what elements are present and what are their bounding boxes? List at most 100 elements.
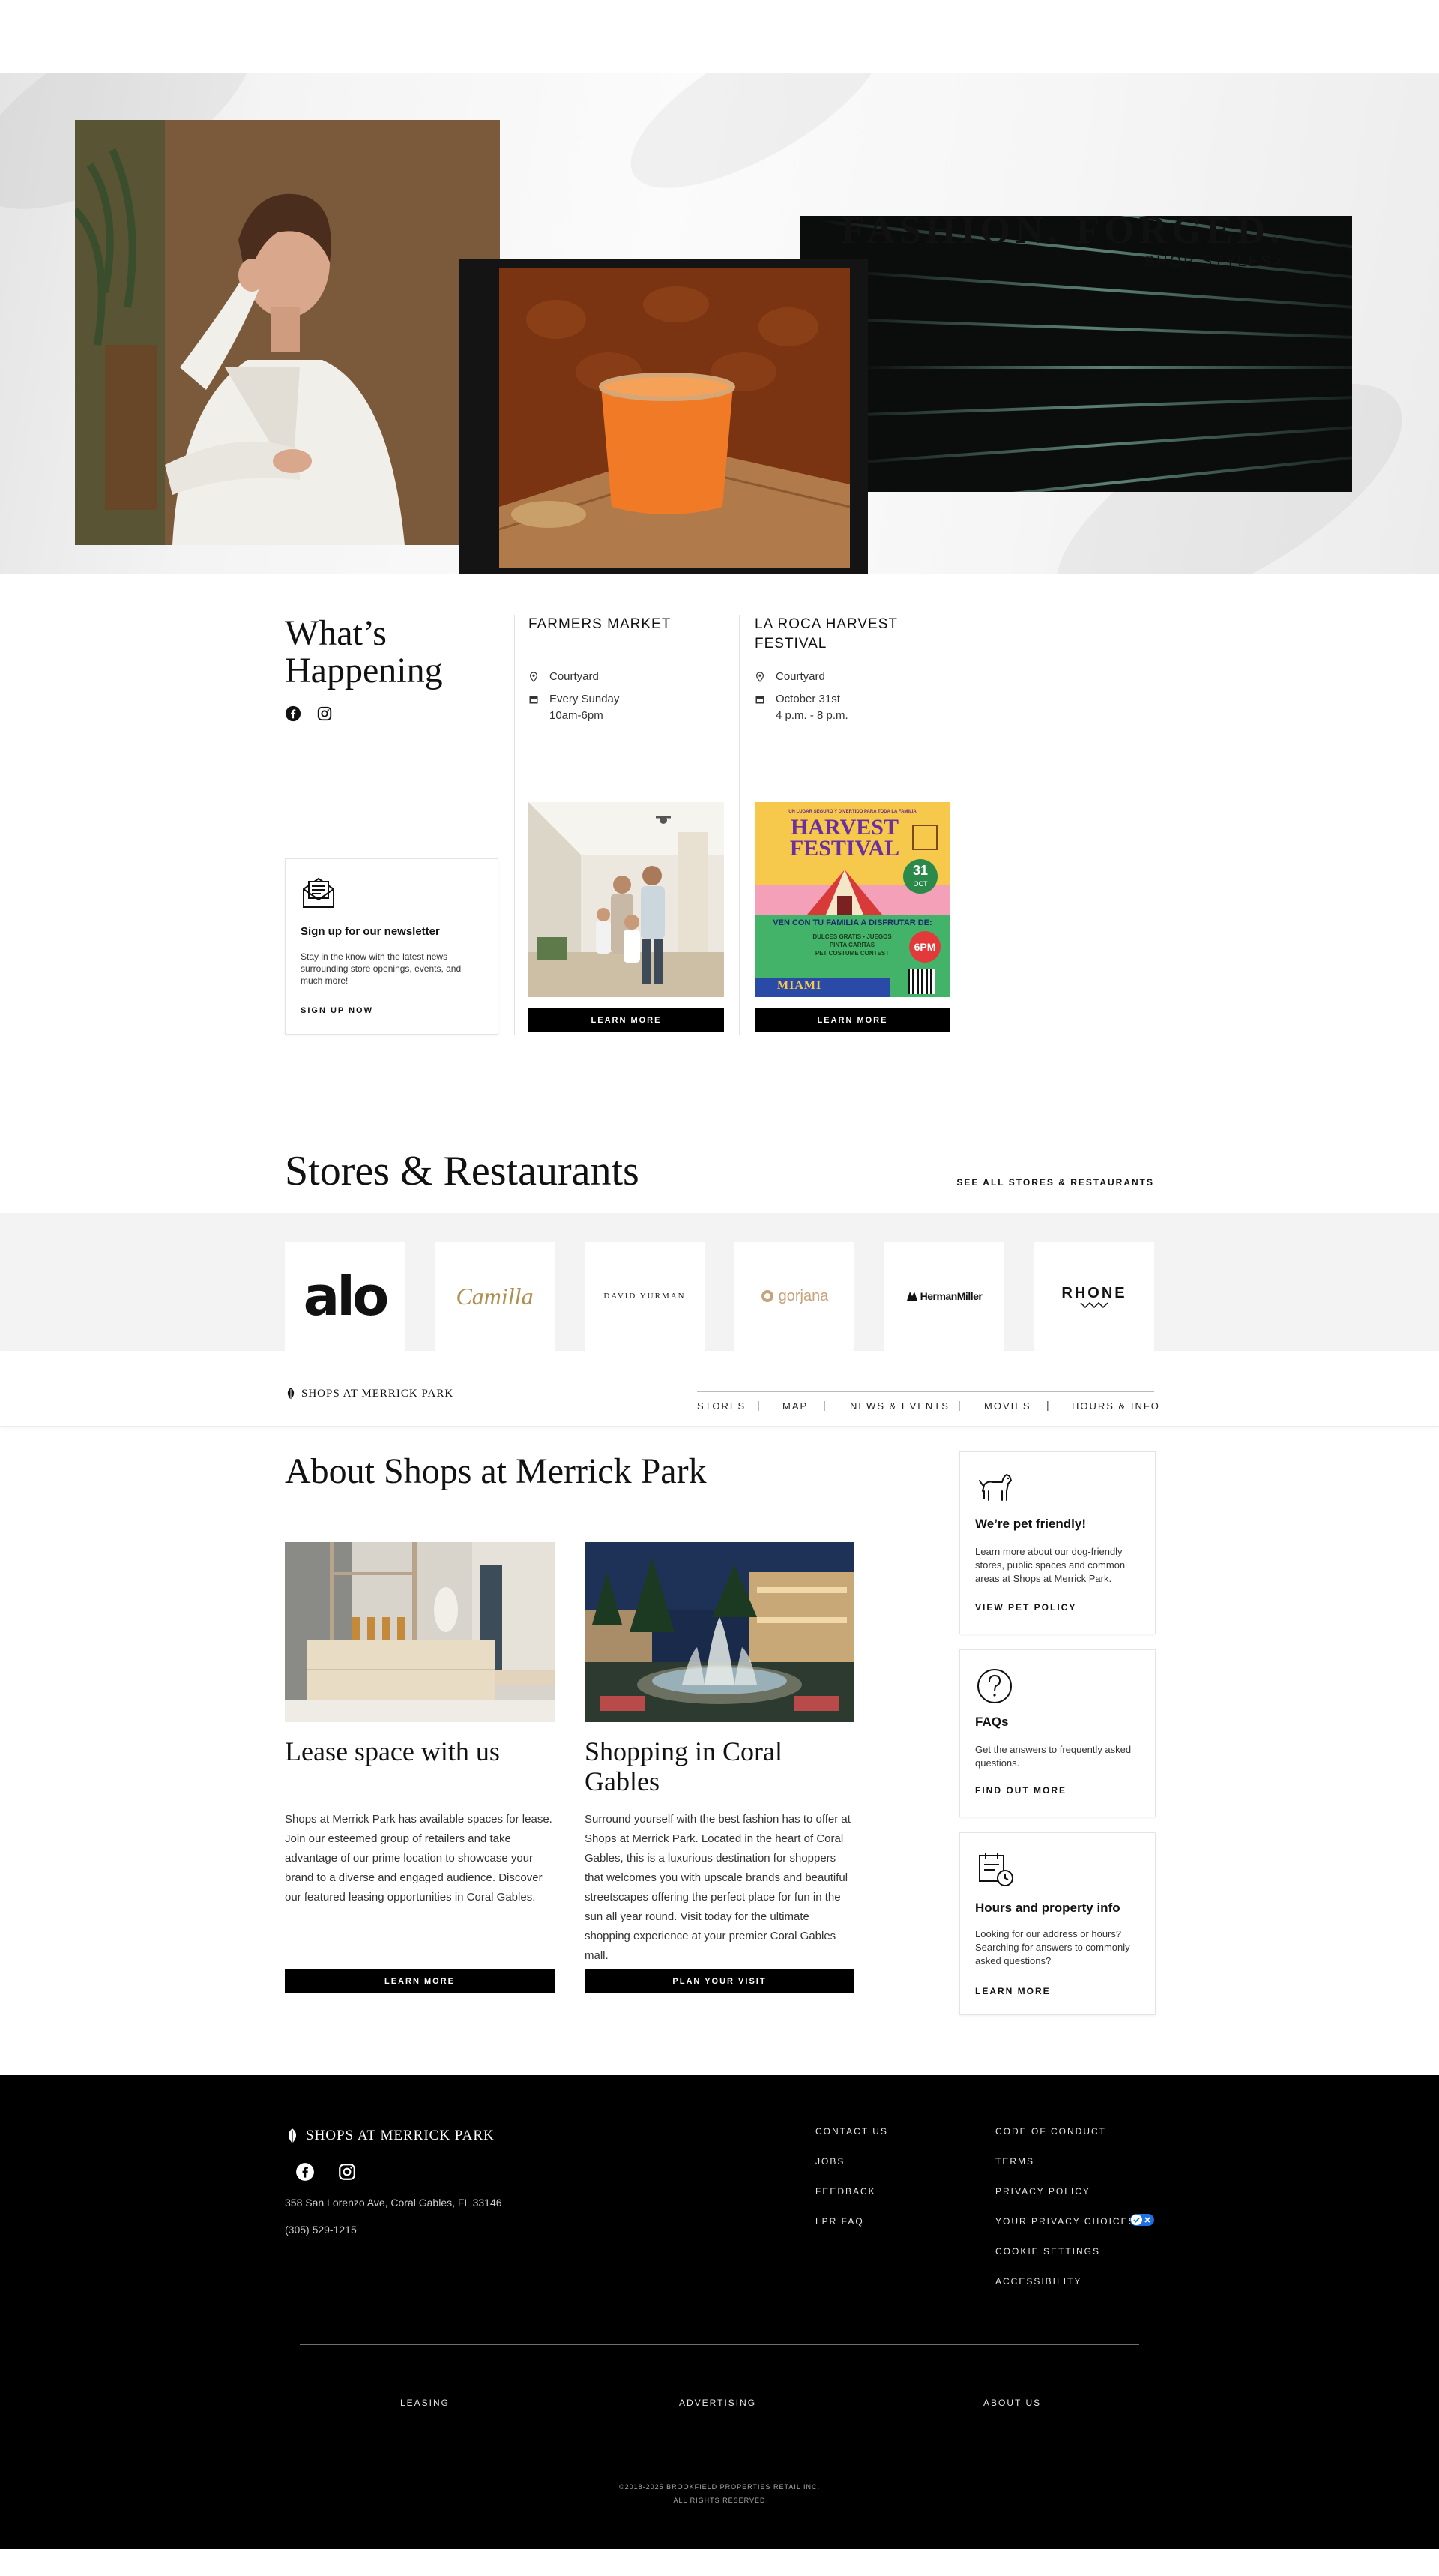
plan-your-visit-button[interactable]: PLAN YOUR VISIT — [585, 1969, 854, 1993]
privacy-toggle-icon[interactable] — [1130, 2214, 1154, 2226]
location-pin-icon — [529, 672, 538, 682]
footer-privacy-choices[interactable]: YOUR PRIVACY CHOICES — [995, 2216, 1136, 2227]
footer-accessibility[interactable]: ACCESSIBILITY — [995, 2276, 1081, 2287]
title-line-2: Happening — [285, 651, 443, 690]
about-title: About Shops at Merrick Park — [285, 1451, 707, 1491]
faqs-card[interactable]: FAQs Get the answers to frequently asked… — [959, 1649, 1156, 1817]
fountain-photo — [585, 1542, 854, 1722]
footer-cookie-settings[interactable]: COOKIE SETTINGS — [995, 2246, 1100, 2257]
view-pet-policy-link[interactable]: VIEW PET POLICY — [975, 1602, 1076, 1613]
event-date-row: October 31st 4 p.m. - 8 p.m. — [755, 691, 965, 724]
footer-advertising[interactable]: ADVERTISING — [679, 2398, 756, 2408]
store-tile-camilla[interactable]: Camilla — [435, 1242, 555, 1351]
footer-about-us[interactable]: ABOUT US — [983, 2398, 1041, 2408]
event-location: Courtyard — [776, 670, 825, 683]
lease-learn-more-button[interactable]: LEARN MORE — [285, 1969, 555, 1993]
shop-styles-link[interactable]: SHOP STYLES> — [1144, 253, 1284, 271]
footer-divider — [300, 2344, 1139, 2345]
nav-news-events[interactable]: NEWS & EVENTS — [850, 1400, 950, 1412]
instagram-icon[interactable] — [316, 705, 333, 722]
nav-map[interactable]: MAP — [782, 1400, 808, 1412]
nav-movies[interactable]: MOVIES — [984, 1400, 1031, 1412]
footer-lpr-faq[interactable]: LPR FAQ — [815, 2216, 864, 2227]
leaf-logo-icon — [287, 1388, 295, 1400]
store-tile-herman-miller[interactable]: HermanMiller — [884, 1242, 1004, 1351]
hours-info-card[interactable]: Hours and property info Looking for our … — [959, 1832, 1156, 2015]
footer-logo[interactable]: SHOPS AT MERRICK PARK — [285, 2128, 495, 2144]
site-navigation — [0, 1351, 1439, 1427]
copyright-line-1: ©2018-2025 BROOKFIELD PROPERTIES RETAIL … — [618, 2483, 821, 2491]
store-logo: RHONE — [1061, 1284, 1127, 1301]
nav-stores[interactable]: STORES — [697, 1400, 746, 1412]
lease-title: Lease space with us — [285, 1736, 500, 1766]
event-title: LA ROCA HARVEST FESTIVAL — [755, 616, 898, 651]
footer-jobs[interactable]: JOBS — [815, 2156, 845, 2167]
store-tile-rhone[interactable]: RHONE — [1034, 1242, 1154, 1351]
footer-feedback[interactable]: FEEDBACK — [815, 2186, 876, 2197]
nav-hours-info[interactable]: HOURS & INFO — [1072, 1400, 1160, 1412]
calendar-icon — [755, 696, 764, 704]
footer-address: 358 San Lorenzo Ave, Coral Gables, FL 33… — [285, 2197, 502, 2209]
event-date: Every Sunday 10am-6pm — [549, 693, 620, 722]
footer-privacy-policy[interactable]: PRIVACY POLICY — [995, 2186, 1090, 2197]
faqs-body: Get the answers to frequently asked ques… — [975, 1744, 1132, 1769]
learn-more-button[interactable]: LEARN MORE — [755, 1008, 950, 1032]
event-location-row: Courtyard — [528, 669, 738, 685]
footer-code-of-conduct[interactable]: CODE OF CONDUCT — [995, 2126, 1106, 2137]
poster-time: 6PM — [909, 931, 941, 963]
herman-miller-mark-icon — [906, 1292, 917, 1301]
event-title: FARMERS MARKET — [528, 616, 672, 632]
hours-learn-more-link[interactable]: LEARN MORE — [975, 1986, 1051, 1996]
event-poster-harvest[interactable]: UN LUGAR SEGURO Y DIVERTIDO PARA TODA LA… — [755, 802, 950, 997]
store-tile-alo[interactable]: alo — [285, 1242, 405, 1351]
see-all-stores-link[interactable]: SEE ALL STORES & RESTAURANTS — [956, 1177, 1154, 1188]
nav-separator: | — [1046, 1399, 1049, 1411]
footer-contact-us[interactable]: CONTACT US — [815, 2126, 888, 2137]
instagram-icon[interactable] — [337, 2162, 357, 2182]
nav-separator: | — [823, 1399, 826, 1411]
store-logo: alo — [303, 1265, 390, 1328]
store-tile-david-yurman[interactable]: DAVID YURMAN — [585, 1242, 705, 1351]
learn-more-button[interactable]: LEARN MORE — [528, 1008, 724, 1032]
store-logo: Camilla — [456, 1282, 534, 1310]
leaf-logo-icon — [288, 2128, 297, 2143]
site-logo-text: SHOPS AT MERRICK PARK — [301, 1387, 454, 1400]
newsletter-card[interactable]: Sign up for our newsletter Stay in the k… — [285, 858, 498, 1035]
calendar-icon — [529, 696, 538, 704]
facebook-icon[interactable] — [295, 2162, 315, 2182]
pet-friendly-card[interactable]: We’re pet friendly! Learn more about our… — [959, 1451, 1156, 1634]
footer-leasing[interactable]: LEASING — [400, 2398, 450, 2408]
rhone-mark-icon — [1080, 1301, 1108, 1308]
footer-phone[interactable]: (305) 529-1215 — [285, 2224, 357, 2236]
footer — [0, 2075, 1439, 2549]
tent-graphic — [807, 870, 882, 915]
event-photo-family[interactable] — [528, 802, 724, 997]
coral-gables-photo — [585, 1542, 854, 1722]
store-tile-gorjana[interactable]: gorjana — [734, 1242, 854, 1351]
coral-gables-body: Surround yourself with the best fashion … — [585, 1813, 851, 1962]
hero-banner: FASHION. FORGED. SHOP STYLES> — [0, 73, 1439, 574]
pet-title: We’re pet friendly! — [975, 1517, 1086, 1531]
poster-footer: MIAMI — [777, 979, 822, 992]
event-date: October 31st 4 p.m. - 8 p.m. — [776, 693, 848, 722]
nav-separator: | — [958, 1399, 961, 1411]
leaf-shadow — [607, 73, 907, 220]
hero-photo-drink — [459, 259, 868, 574]
qr-code-icon — [908, 969, 935, 994]
footer-terms[interactable]: TERMS — [995, 2156, 1034, 2167]
pet-body: Learn more about our dog-friendly stores… — [975, 1546, 1126, 1584]
woman-illustration — [75, 120, 500, 545]
hours-title: Hours and property info — [975, 1901, 1120, 1915]
event-meta: Courtyard October 31st 4 p.m. - 8 p.m. — [755, 669, 965, 730]
page-bottom — [0, 2549, 1439, 2576]
whats-happening-title: What’s Happening — [285, 615, 443, 690]
lease-photo — [285, 1542, 555, 1722]
facebook-icon[interactable] — [285, 705, 301, 722]
stores-carousel — [0, 1213, 1439, 1351]
faqs-title: FAQs — [975, 1715, 1009, 1729]
site-logo[interactable]: SHOPS AT MERRICK PARK — [285, 1387, 453, 1400]
nav-separator: | — [757, 1399, 760, 1411]
find-out-more-link[interactable]: FIND OUT MORE — [975, 1785, 1067, 1796]
sign-up-link[interactable]: SIGN UP NOW — [301, 1006, 373, 1015]
event-meta: Courtyard Every Sunday 10am-6pm — [528, 669, 738, 730]
